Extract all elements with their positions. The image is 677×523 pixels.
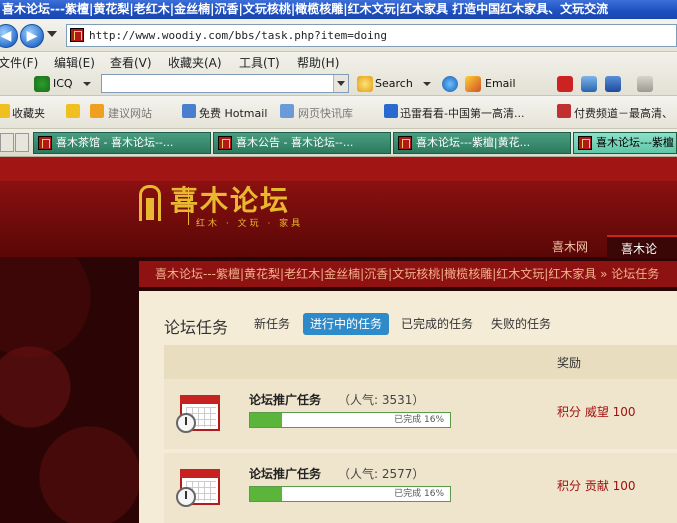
window-title: 喜木论坛---紫檀|黄花梨|老红木|金丝楠|沉香|文玩核桃|橄榄核雕|红木文玩|… (0, 0, 677, 19)
task-panel: 论坛任务 新任务 进行中的任务 已完成的任务 失败的任务 奖励 论坛推广任务 （… (139, 291, 677, 523)
subtab-doing[interactable]: 进行中的任务 (303, 313, 390, 335)
gift-icon[interactable] (557, 76, 573, 92)
suggested-sites-icon (90, 104, 104, 118)
menu-help[interactable]: 帮助(H) (297, 54, 339, 71)
page-content: 喜木论坛 红木 · 文玩 · 家具 喜木网 喜木论坛 喜木论坛---紫檀|黄花梨… (0, 157, 677, 523)
reward-header: 奖励 (557, 356, 582, 370)
history-dropdown-icon[interactable] (47, 31, 57, 37)
xunlei-icon (384, 104, 398, 118)
task-progress-bar: 已完成 16% (249, 412, 451, 428)
forward-arrow-icon: ▶ (26, 28, 38, 44)
menu-view[interactable]: 查看(V) (110, 54, 152, 71)
subtab-new[interactable]: 新任务 (250, 313, 294, 335)
address-row: ◀ ▶ http://www.woodiy.com/bbs/task.php?i… (0, 19, 677, 52)
progress-fill (250, 413, 282, 427)
subtab-done[interactable]: 已完成的任务 (397, 313, 477, 335)
favorites-star-icon (0, 104, 10, 118)
task-progress-bar: 已完成 16% (249, 486, 451, 502)
site-logo-text[interactable]: 喜木论坛 (170, 179, 290, 219)
favorites-bar: 收藏夹 建议网站 免费 Hotmail 网页快讯库 迅雷看看-中国第一高清...… (0, 96, 677, 129)
task-name[interactable]: 论坛推广任务 (249, 465, 321, 482)
tab-announcement[interactable]: 喜木公告 - 喜木论坛--... (213, 132, 391, 154)
address-url: http://www.woodiy.com/bbs/task.php?item=… (89, 29, 388, 42)
search-button[interactable]: Search (375, 74, 413, 94)
site-favicon-icon (70, 28, 84, 42)
menu-favorites[interactable]: 收藏夹(A) (168, 54, 222, 71)
icq-dropdown-icon[interactable] (83, 82, 91, 86)
site-logo-subtitle: 红木 · 文玩 · 家具 (196, 219, 304, 229)
fav-hotmail[interactable]: 免费 Hotmail (199, 105, 267, 121)
task-popularity: （人气: 2577） (338, 467, 425, 481)
search-magnifier-icon (357, 76, 373, 92)
paid-channel-icon (557, 104, 571, 118)
quick-tabs-icon[interactable] (0, 133, 14, 152)
table-row: 论坛推广任务 （人气: 2577） 已完成 16% 积分 贡献 100 (164, 453, 677, 523)
tab-forum[interactable]: 喜木论坛---紫檀|黄花... (393, 132, 571, 154)
favorites-button[interactable]: 收藏夹 (12, 105, 45, 121)
tools-icon[interactable] (637, 76, 653, 92)
email-button[interactable]: Email (485, 74, 516, 94)
calendar-clock-icon (176, 389, 222, 435)
search-options-icon[interactable] (423, 82, 431, 86)
breadcrumb[interactable]: 喜木论坛---紫檀|黄花梨|老红木|金丝楠|沉香|文玩核桃|橄榄核雕|红木文玩|… (139, 261, 677, 287)
tab-favicon-icon (398, 136, 412, 150)
fav-suggested-sites[interactable]: 建议网站 (108, 105, 152, 121)
tab-favicon-icon (578, 136, 592, 150)
progress-label: 已完成 16% (394, 489, 444, 499)
icq-flower-icon (34, 76, 50, 92)
tab-favicon-icon (218, 136, 232, 150)
search-dropdown-icon[interactable] (333, 75, 348, 92)
tab-favicon-icon (38, 136, 52, 150)
table-row: 论坛推广任务 （人气: 3531） 已完成 16% 积分 威望 100 (164, 379, 677, 449)
address-bar[interactable]: http://www.woodiy.com/bbs/task.php?item=… (66, 24, 677, 47)
menu-toolbar-row: 文件(F) 编辑(E) 查看(V) 收藏夹(A) 工具(T) 帮助(H) ICQ… (0, 52, 677, 96)
web-slice-icon (280, 104, 294, 118)
globe-icon[interactable] (442, 76, 458, 92)
fav-xunlei[interactable]: 迅雷看看-中国第一高清... (400, 105, 524, 121)
menu-tools[interactable]: 工具(T) (239, 54, 280, 71)
back-arrow-icon: ◀ (0, 28, 12, 44)
progress-label: 已完成 16% (394, 415, 444, 425)
nav-forum[interactable]: 喜木论坛 (607, 235, 677, 280)
task-reward: 积分 贡献 100 (557, 479, 636, 493)
add-favorite-icon[interactable] (66, 104, 80, 118)
puzzle-icon[interactable] (581, 76, 597, 92)
icq-button[interactable]: ICQ (53, 74, 73, 94)
table-header: 奖励 (164, 345, 677, 379)
subtab-failed[interactable]: 失败的任务 (487, 313, 555, 335)
progress-fill (250, 487, 282, 501)
menu-edit[interactable]: 编辑(E) (54, 54, 95, 71)
back-button[interactable]: ◀ (0, 24, 18, 48)
hotmail-icon (182, 104, 196, 118)
chair-logo-icon[interactable] (139, 185, 161, 221)
mail-icon (465, 76, 481, 92)
task-reward: 积分 威望 100 (557, 405, 636, 419)
messenger-icon[interactable] (605, 76, 621, 92)
top-strip (0, 157, 677, 181)
tab-teahouse[interactable]: 喜木茶馆 - 喜木论坛--... (33, 132, 211, 154)
menu-file[interactable]: 文件(F) (0, 54, 38, 71)
panel-title: 论坛任务 (164, 318, 229, 337)
fav-paid-channel[interactable]: 付费频道－最高清、 (574, 105, 673, 121)
tab-list-icon[interactable] (15, 133, 29, 152)
tab-current[interactable]: 喜木论坛---紫檀 (573, 132, 677, 154)
task-popularity: （人气: 3531） (338, 393, 425, 407)
fav-web-slice[interactable]: 网页快讯库 (298, 105, 353, 121)
forward-button[interactable]: ▶ (20, 24, 44, 48)
nav-woodiy[interactable]: 喜木网 (552, 235, 588, 259)
tabs-row: 喜木茶馆 - 喜木论坛--... 喜木公告 - 喜木论坛--... 喜木论坛--… (0, 129, 677, 157)
toolbar-search-input[interactable] (101, 74, 349, 93)
calendar-clock-icon (176, 463, 222, 509)
task-name[interactable]: 论坛推广任务 (249, 391, 321, 408)
